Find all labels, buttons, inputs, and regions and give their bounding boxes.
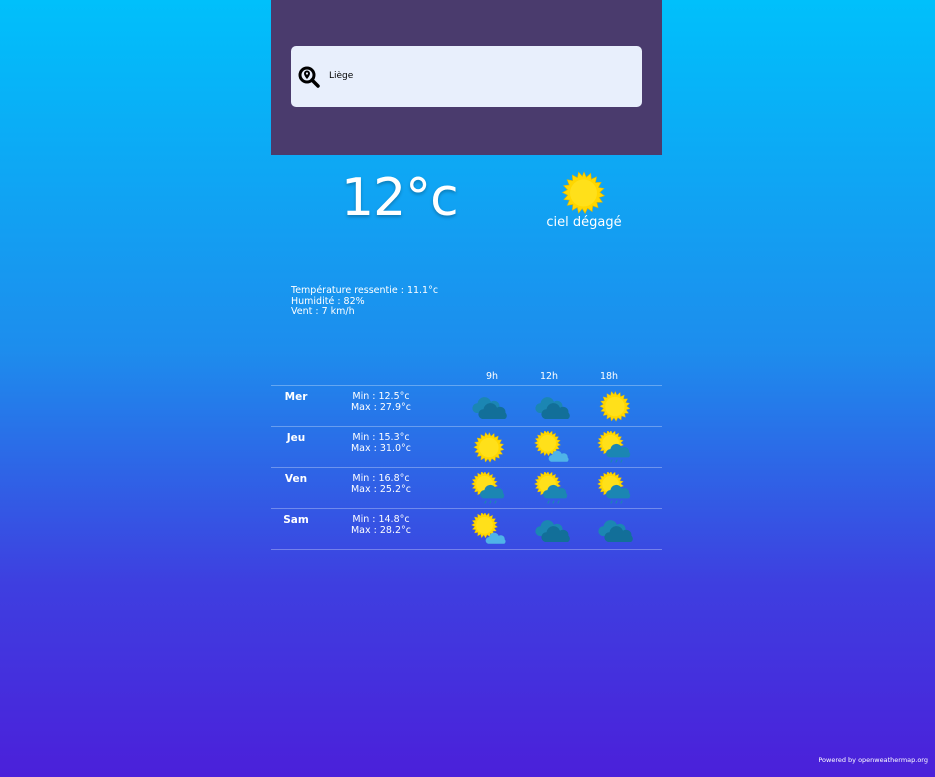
sun-icon [597, 390, 633, 424]
powered-by-credit[interactable]: Powered by openweathermap.org [818, 756, 928, 764]
day-min: Min : 12.5°c [352, 391, 410, 402]
day-max: Max : 25.2°c [350, 483, 411, 495]
search-box[interactable] [291, 46, 642, 107]
sun-rain-icon [534, 472, 570, 506]
day-minmax: Min : 16.8°c Max : 25.2°c [341, 473, 421, 495]
clouds-icon [534, 513, 570, 547]
day-name: Mer [284, 391, 308, 403]
day-name: Jeu [286, 432, 306, 444]
header-panel [271, 0, 662, 155]
sun-icon [562, 171, 605, 214]
forecast-hours-header: 9h 12h 18h [271, 370, 662, 385]
day-name: Sam [283, 514, 309, 526]
forecast-row-jeu: Jeu Min : 15.3°c Max : 31.0°c [271, 426, 662, 467]
day-minmax: Min : 12.5°c Max : 27.9°c [341, 391, 421, 413]
day-name: Ven [284, 473, 308, 485]
hour-label-18h: 18h [599, 371, 619, 382]
day-max: Max : 28.2°c [350, 524, 411, 536]
day-minmax: Min : 14.8°c Max : 28.2°c [341, 514, 421, 536]
hour-label-9h: 9h [485, 371, 499, 382]
day-minmax: Min : 15.3°c Max : 31.0°c [341, 432, 421, 454]
forecast-row-mer: Mer Min : 12.5°c Max : 27.9°c [271, 385, 662, 426]
clouds-icon [597, 513, 633, 547]
hour-label-12h: 12h [539, 371, 559, 382]
current-description: ciel dégagé [546, 215, 622, 230]
current-temperature: 12°c [341, 168, 459, 228]
forecast-row-sam: Sam Min : 14.8°c Max : 28.2°c [271, 508, 662, 550]
clouds-icon [534, 390, 570, 424]
sun-icon [471, 431, 507, 465]
sun-rain-icon [471, 472, 507, 506]
forecast-table: 9h 12h 18h Mer Min : 12.5°c Max : 27.9°c… [271, 370, 662, 550]
sun-rain-icon [597, 431, 633, 465]
sun-rain-icon [597, 472, 633, 506]
weather-details: Température ressentie : 11.1°c Humidité … [291, 285, 439, 318]
clouds-icon [471, 390, 507, 424]
day-min: Min : 14.8°c [352, 514, 410, 525]
day-min: Min : 16.8°c [352, 473, 410, 484]
sun-cloud-icon [471, 513, 507, 547]
sun-cloud-icon [534, 431, 570, 465]
day-min: Min : 15.3°c [352, 432, 410, 443]
day-max: Max : 27.9°c [350, 401, 411, 413]
location-search-icon[interactable] [298, 66, 320, 88]
forecast-row-ven: Ven Min : 16.8°c Max : 25.2°c [271, 467, 662, 508]
feels-like-text: Température ressentie : 11.1°c [291, 285, 439, 296]
wind-text: Vent : 7 km/h [291, 306, 355, 317]
day-max: Max : 31.0°c [350, 442, 411, 454]
city-search-input[interactable] [329, 66, 629, 86]
